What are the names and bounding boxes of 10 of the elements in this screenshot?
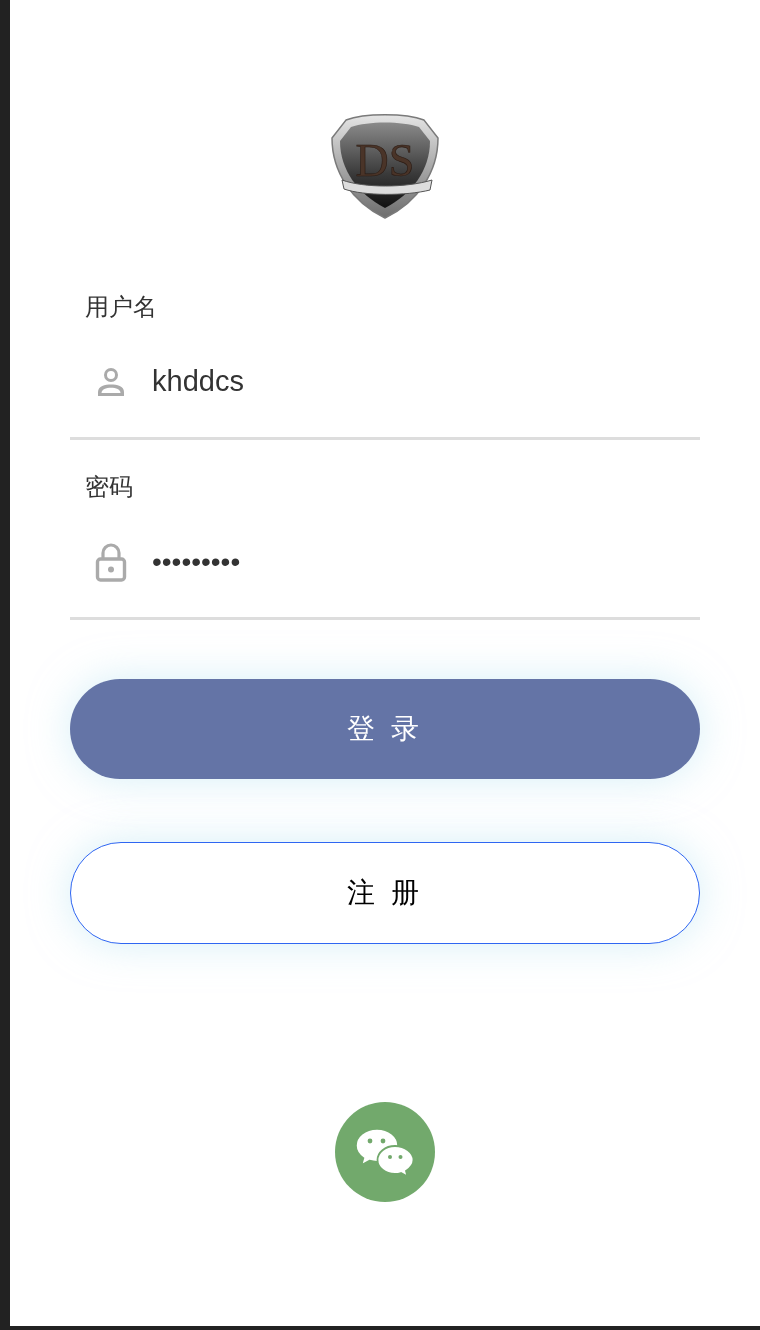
login-button[interactable]: 登 录 xyxy=(70,679,700,779)
password-field[interactable]: ••••••••• xyxy=(152,541,690,583)
user-icon xyxy=(95,366,127,398)
logo-text: DS xyxy=(355,135,415,186)
register-button[interactable]: 注 册 xyxy=(70,842,700,944)
chat-bubbles-icon xyxy=(355,1127,415,1177)
field-label: 用户名 xyxy=(85,295,157,319)
field-label: 密码 xyxy=(85,475,133,499)
username-field[interactable]: khddcs xyxy=(152,360,690,404)
lock-icon xyxy=(95,542,127,582)
